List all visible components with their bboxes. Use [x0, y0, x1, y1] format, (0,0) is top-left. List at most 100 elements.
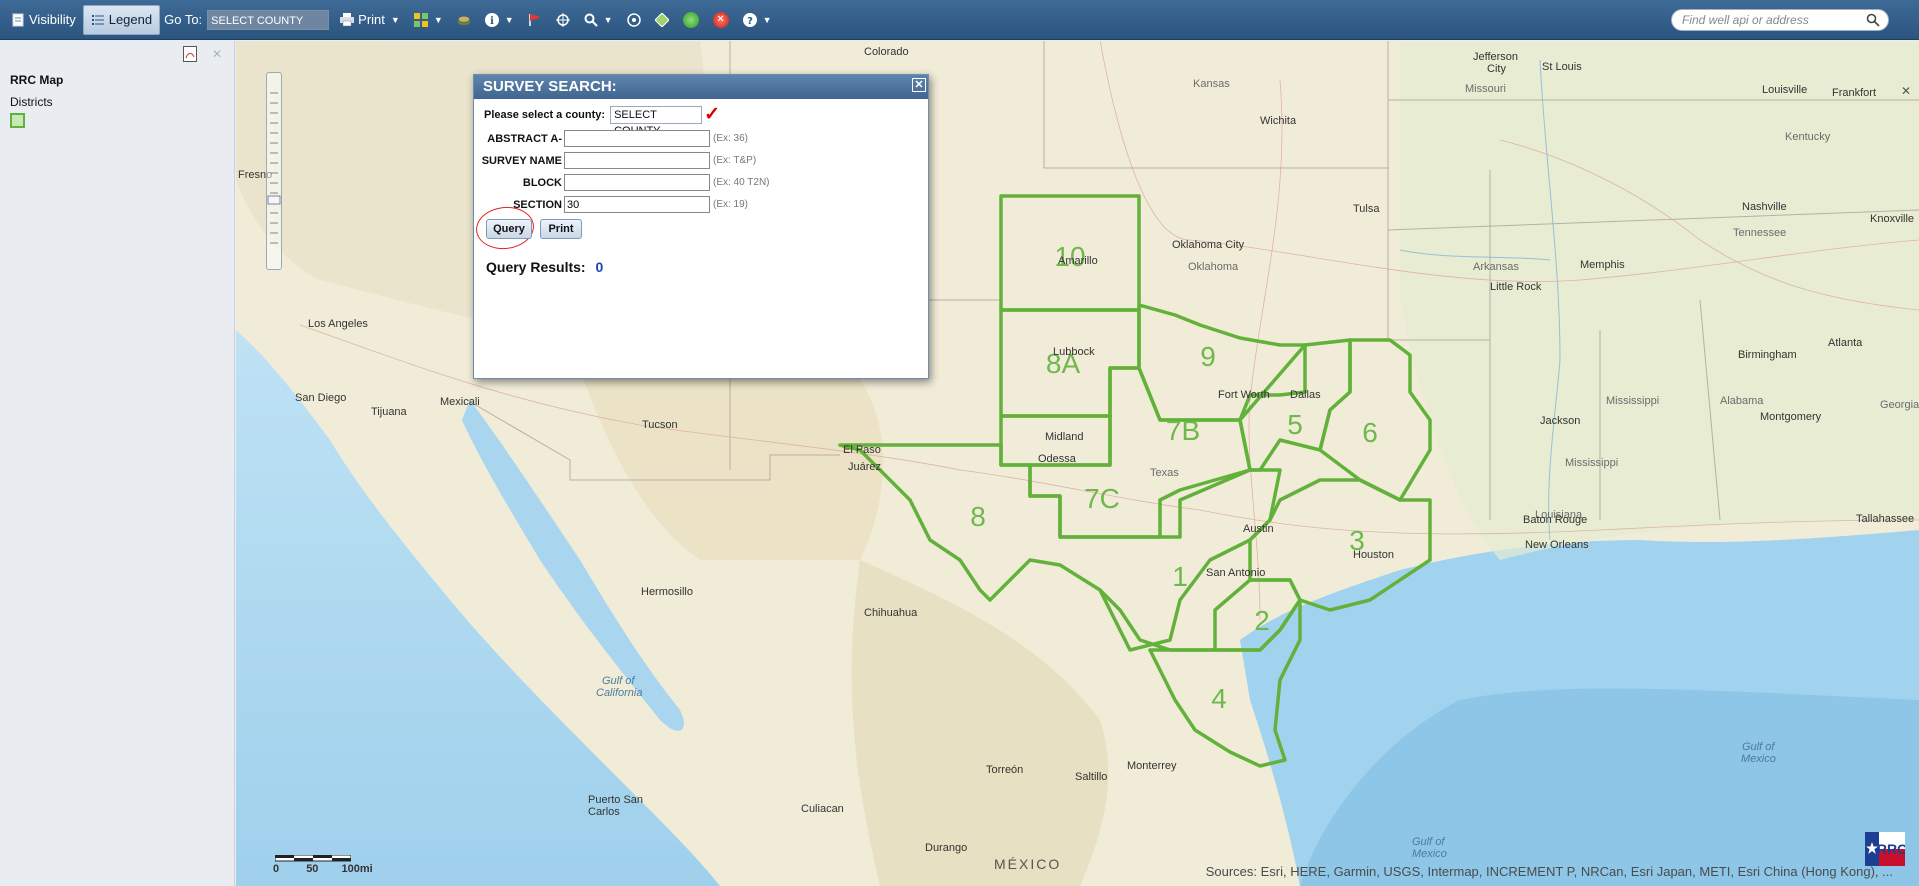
scale-label-0: 0	[273, 863, 280, 875]
svg-text:Georgia: Georgia	[1880, 399, 1919, 411]
svg-text:Oklahoma City: Oklahoma City	[1172, 239, 1245, 251]
block-label: BLOCK	[522, 176, 562, 189]
svg-text:Tallahassee: Tallahassee	[1856, 513, 1914, 525]
grid-icon	[413, 12, 428, 27]
help-button[interactable]: ? ▼	[736, 5, 779, 35]
document-icon	[11, 13, 25, 27]
pdf-icon[interactable]	[183, 46, 197, 62]
field-row-survey-name: SURVEY NAME (Ex: T&P)	[474, 152, 756, 169]
clear-button[interactable]: ✕	[706, 5, 736, 35]
svg-text:Saltillo: Saltillo	[1075, 771, 1107, 783]
svg-text:Frankfort: Frankfort	[1832, 87, 1876, 99]
block-input[interactable]	[564, 174, 710, 191]
help-icon: ?	[742, 12, 757, 27]
svg-text:Gulf of: Gulf of	[602, 675, 635, 687]
svg-text:?: ?	[747, 16, 753, 27]
zoom-button[interactable]: ▼	[577, 5, 620, 35]
svg-text:Puerto San: Puerto San	[588, 794, 643, 806]
visibility-button[interactable]: Visibility	[4, 5, 83, 35]
checkmark-icon: ✓	[704, 104, 720, 125]
go-button[interactable]	[676, 5, 706, 35]
scale-label-100: 100mi	[341, 863, 373, 875]
svg-text:MÉXICO: MÉXICO	[994, 856, 1061, 872]
svg-text:Montgomery: Montgomery	[1760, 411, 1822, 423]
svg-text:Odessa: Odessa	[1038, 453, 1077, 465]
full-extent-button[interactable]	[620, 5, 648, 35]
svg-text:Midland: Midland	[1045, 431, 1084, 443]
crosshair-icon	[555, 12, 570, 27]
address-search-input[interactable]: Find well api or address	[1671, 9, 1889, 31]
svg-text:Hermosillo: Hermosillo	[641, 586, 693, 598]
diamond-icon	[654, 12, 669, 27]
dialog-print-button[interactable]: Print	[540, 219, 582, 239]
dialog-close-icon[interactable]: ✕	[912, 78, 926, 92]
svg-text:City: City	[1487, 63, 1506, 75]
svg-text:San Diego: San Diego	[295, 392, 346, 404]
target-icon	[626, 12, 641, 27]
info-button[interactable]: i ▼	[478, 5, 521, 35]
chevron-down-icon: ▼	[504, 14, 514, 25]
chevron-down-icon: ▼	[762, 14, 772, 25]
query-results-label: Query Results:	[486, 259, 586, 275]
svg-text:Knoxville: Knoxville	[1870, 213, 1914, 225]
legend-button[interactable]: Legend	[82, 4, 161, 35]
svg-text:California: California	[596, 687, 642, 699]
survey-search-dialog: SURVEY SEARCH: ✕ Please select a county:…	[473, 74, 929, 379]
printer-icon	[340, 13, 355, 27]
svg-text:El Paso: El Paso	[843, 444, 881, 456]
svg-text:Little Rock: Little Rock	[1490, 281, 1542, 293]
abstract-input[interactable]	[564, 130, 710, 147]
abstract-example: (Ex: 36)	[713, 133, 749, 144]
locate-button[interactable]	[549, 5, 577, 35]
close-icon[interactable]: ✕	[1901, 84, 1911, 98]
legend-panel: ✕ RRC Map Districts	[0, 41, 235, 886]
section-input[interactable]	[564, 196, 710, 213]
legend-title: RRC Map	[10, 73, 64, 87]
district-9-label: 9	[1200, 341, 1216, 372]
svg-text:Tijuana: Tijuana	[371, 406, 408, 418]
flag-icon	[528, 13, 542, 27]
svg-text:Amarillo: Amarillo	[1058, 255, 1098, 267]
svg-text:Jackson: Jackson	[1540, 415, 1580, 427]
main-toolbar: Visibility Legend Go To: SELECT COUNTY P…	[0, 0, 1919, 40]
dialog-header[interactable]: SURVEY SEARCH: ✕	[474, 75, 928, 99]
query-results-count: 0	[595, 259, 604, 275]
county-select[interactable]: SELECT COUNTY	[610, 106, 703, 137]
svg-text:Baton Rouge: Baton Rouge	[1523, 514, 1587, 526]
measure-button[interactable]	[648, 5, 676, 35]
svg-text:Kentucky: Kentucky	[1785, 131, 1831, 143]
section-example: (Ex: 19)	[713, 199, 749, 210]
basemap-button[interactable]: ▼	[407, 5, 450, 35]
svg-text:Mexico: Mexico	[1741, 753, 1776, 765]
zoom-slider[interactable]	[266, 72, 282, 270]
survey-name-example: (Ex: T&P)	[713, 155, 757, 166]
svg-text:Chihuahua: Chihuahua	[864, 607, 918, 619]
flag-button[interactable]	[521, 5, 549, 35]
print-menu-button[interactable]: Print ▼	[333, 5, 407, 35]
survey-name-input[interactable]	[564, 152, 710, 169]
chevron-down-icon: ▼	[390, 14, 400, 25]
district-7b-label: 7B	[1166, 415, 1200, 446]
query-button[interactable]: Query	[486, 219, 532, 239]
svg-text:Colorado: Colorado	[864, 46, 909, 58]
svg-text:Austin: Austin	[1243, 523, 1274, 535]
map-attribution: Sources: Esri, HERE, Garmin, USGS, Inter…	[1205, 864, 1893, 879]
scale-labels: 0 50 100mi	[273, 863, 373, 875]
goto-county-select[interactable]: SELECT COUNTY	[207, 9, 330, 30]
layers-button[interactable]	[450, 5, 478, 35]
green-circle-icon	[682, 11, 699, 28]
svg-text:Mississippi: Mississippi	[1606, 395, 1659, 407]
search-icon[interactable]	[1866, 13, 1880, 33]
dialog-title: SURVEY SEARCH:	[483, 78, 617, 95]
rrc-logo-text: RRC	[1877, 841, 1905, 857]
district-6-label: 6	[1362, 417, 1378, 448]
district-5-label: 5	[1287, 409, 1303, 440]
close-icon[interactable]: ✕	[212, 47, 222, 61]
county-prompt: Please select a county:	[484, 109, 606, 121]
rrc-logo: RRC	[1865, 832, 1907, 866]
field-row-abstract: ABSTRACT A- (Ex: 36)	[474, 130, 748, 147]
chevron-down-icon: ▼	[603, 14, 613, 25]
svg-text:Culiacan: Culiacan	[801, 803, 844, 815]
svg-text:Birmingham: Birmingham	[1738, 349, 1797, 361]
svg-text:San Antonio: San Antonio	[1206, 567, 1265, 579]
